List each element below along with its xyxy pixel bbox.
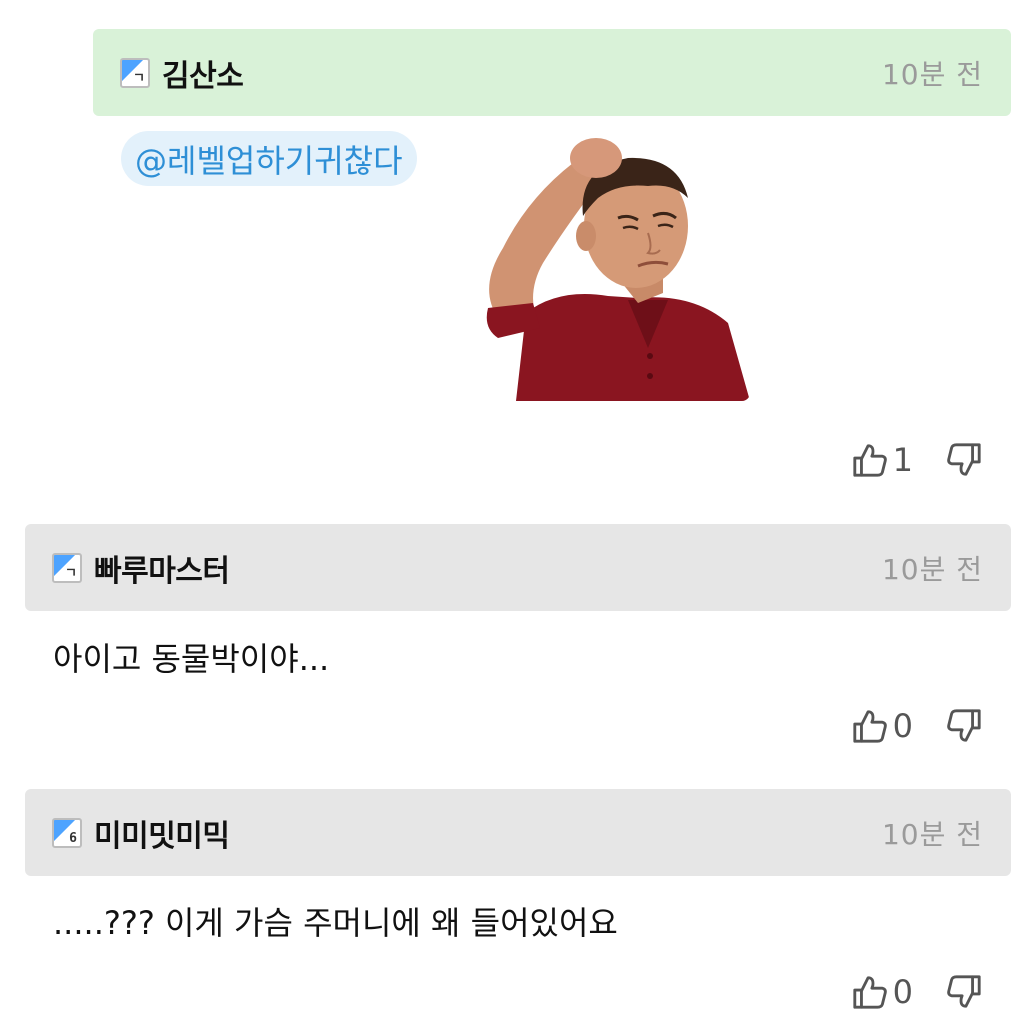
vote-bar: 0	[851, 704, 983, 748]
comment-author[interactable]: 김산소	[162, 51, 244, 95]
thumbs-down-icon[interactable]	[945, 973, 983, 1011]
thumbs-up-icon[interactable]	[851, 973, 889, 1011]
mention-tag[interactable]: @레벨업하기귀찮다	[121, 131, 417, 186]
level-badge-icon: ㄱ	[52, 552, 82, 583]
comment-thread: ㄱ 김산소 10분 전 @레벨업하기귀찮다 1 ㄱ 빠루마스터 10분 전 아이…	[0, 0, 1017, 1028]
comment-header: ㄱ 김산소 10분 전	[93, 29, 1011, 116]
comment-timestamp: 10분 전	[881, 57, 983, 91]
comment-author[interactable]: 미미밋미믹	[94, 811, 230, 855]
thumbs-up-icon[interactable]	[851, 441, 889, 479]
comment-author[interactable]: 빠루마스터	[94, 546, 230, 590]
level-badge-icon: ㄱ	[120, 57, 150, 88]
comment-body: .....??? 이게 가슴 주머니에 왜 들어있어요	[53, 904, 618, 942]
like-count: 0	[892, 707, 913, 745]
comment-body: 아이고 동물박이야...	[53, 640, 330, 678]
vote-bar: 1	[851, 438, 983, 482]
thumbs-up-icon[interactable]	[851, 707, 889, 745]
thumbs-down-icon[interactable]	[945, 707, 983, 745]
comment-header: ㄱ 빠루마스터 10분 전	[25, 524, 1011, 611]
level-badge-icon: 6	[52, 817, 82, 848]
like-count: 1	[892, 441, 913, 479]
sticker-image	[478, 128, 750, 401]
comment-timestamp: 10분 전	[881, 817, 983, 851]
vote-bar: 0	[851, 970, 983, 1014]
like-count: 0	[892, 973, 913, 1011]
thumbs-down-icon[interactable]	[945, 441, 983, 479]
comment-header: 6 미미밋미믹 10분 전	[25, 789, 1011, 876]
comment-timestamp: 10분 전	[881, 552, 983, 586]
